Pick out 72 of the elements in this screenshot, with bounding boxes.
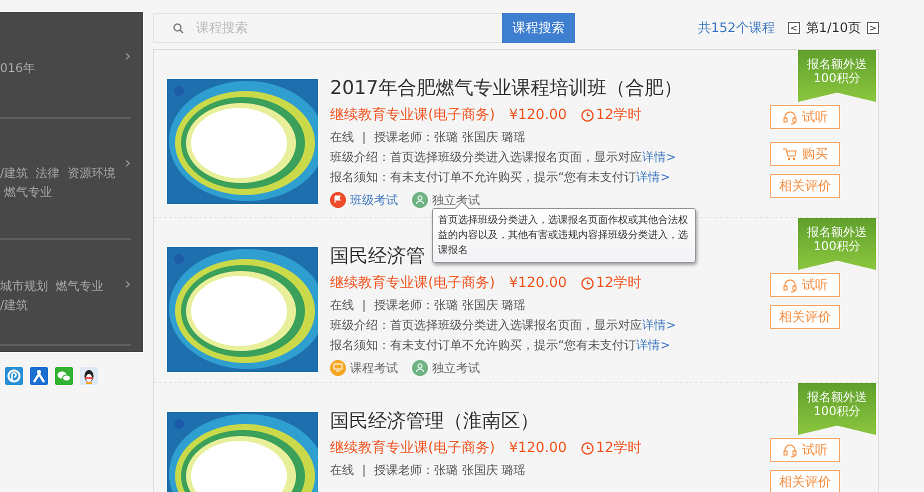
course-title[interactable]: 国民经济管 <box>330 243 425 269</box>
course-category: 继续教育专业课(电子商务) <box>330 439 495 458</box>
review-button[interactable]: 相关评价 <box>770 470 840 492</box>
clock-icon <box>580 442 594 454</box>
person-icon[interactable] <box>30 367 48 385</box>
search-field[interactable]: 课程搜索 <box>153 13 502 43</box>
listen-button[interactable]: 试听 <box>770 105 840 129</box>
course-mode: 在线 <box>330 129 354 146</box>
chevron-icon[interactable]: › <box>124 276 131 292</box>
person-icon <box>412 192 428 208</box>
bonus-ribbon: 报名额外送 100积分 <box>798 218 876 270</box>
details-link[interactable]: 详情> <box>642 318 676 332</box>
next-page-button[interactable]: > <box>867 22 879 34</box>
exam-link[interactable]: 独立考试 <box>432 358 480 378</box>
course-price: ¥120.00 <box>508 274 567 293</box>
course-notice: 报名须知：有未支付订单不允许购买，提示“您有未支付订详情> <box>330 169 672 186</box>
details-link[interactable]: 详情> <box>642 150 676 164</box>
separator-text: | <box>362 462 366 479</box>
course-title[interactable]: 2017年合肥燃气专业课程培训班（合肥） <box>330 75 682 101</box>
headset-icon <box>782 442 798 458</box>
sidebar-category-text[interactable]: 燃气专业 <box>0 182 52 202</box>
review-button[interactable]: 相关评价 <box>770 174 840 198</box>
headset-icon <box>782 277 798 293</box>
course-title[interactable]: 国民经济管理（淮南区） <box>330 408 539 434</box>
course-hours: 12学时 <box>596 439 642 458</box>
clock-icon <box>580 108 594 122</box>
person-icon <box>412 360 428 376</box>
flag-icon <box>330 192 346 208</box>
buy-button[interactable]: 购买 <box>770 142 840 166</box>
details-link[interactable]: 详情> <box>636 338 670 352</box>
cart-icon <box>782 146 798 162</box>
course-intro: 班级介绍：首页选择班级分类进入选课报名页面，显示对应详情> <box>330 149 678 166</box>
exam-link[interactable]: 课程考试 <box>350 358 398 378</box>
course-hours: 12学时 <box>596 274 642 293</box>
sidebar-category-text[interactable]: /建筑 法律 资源环境 <box>0 164 116 182</box>
separator-text: | <box>362 297 366 314</box>
clock-icon <box>580 276 594 290</box>
bonus-ribbon: 报名额外送 100积分 <box>798 50 876 102</box>
listen-button[interactable]: 试听 <box>770 438 840 462</box>
course-notice: 报名须知：有未支付订单不允许购买，提示“您有未支付订详情> <box>330 337 672 354</box>
penguin-icon[interactable] <box>80 367 98 385</box>
swirl-icon[interactable] <box>5 367 23 385</box>
sidebar-category-text[interactable]: 城市规划 燃气专业 <box>0 277 104 296</box>
course-price: ¥120.00 <box>508 439 567 458</box>
course-hours: 12学时 <box>596 106 642 125</box>
course-category: 继续教育专业课(电子商务) <box>330 274 495 293</box>
course-category: 继续教育专业课(电子商务) <box>330 106 495 125</box>
chevron-icon[interactable]: › <box>124 155 131 171</box>
previous-page-button[interactable]: < <box>788 22 800 34</box>
sidebar-category-text[interactable]: /建筑 <box>0 296 28 315</box>
details-link[interactable]: 详情> <box>636 170 670 184</box>
search-icon <box>173 23 184 34</box>
bonus-ribbon: 报名额外送 100积分 <box>798 383 876 435</box>
course-mode: 在线 <box>330 462 354 479</box>
page-indicator: 第1/10页 <box>806 20 861 37</box>
review-button[interactable]: 相关评价 <box>770 305 840 329</box>
course-price: ¥120.00 <box>508 106 567 125</box>
monitor-icon <box>330 360 346 376</box>
course-mode: 在线 <box>330 297 354 314</box>
listen-button[interactable]: 试听 <box>770 273 840 297</box>
course-count-link[interactable]: 共152个课程 <box>698 19 775 37</box>
exam-link[interactable]: 班级考试 <box>350 190 398 210</box>
separator-text: | <box>362 129 366 146</box>
course-teachers: 授课老师：张璐 张国庆 璐瑶 <box>374 129 526 146</box>
sidebar-category-text[interactable]: 016年 <box>0 59 35 78</box>
search-button[interactable]: 课程搜索 <box>502 13 575 43</box>
course-teachers: 授课老师：张璐 张国庆 璐瑶 <box>374 462 526 479</box>
course-intro: 班级介绍：首页选择班级分类进入选课报名页面，显示对应详情> <box>330 317 678 334</box>
course-teachers: 授课老师：张璐 张国庆 璐瑶 <box>374 297 526 314</box>
chat-bubbles-icon[interactable] <box>55 367 73 385</box>
headset-icon <box>782 109 798 125</box>
chevron-icon[interactable]: › <box>124 48 131 64</box>
